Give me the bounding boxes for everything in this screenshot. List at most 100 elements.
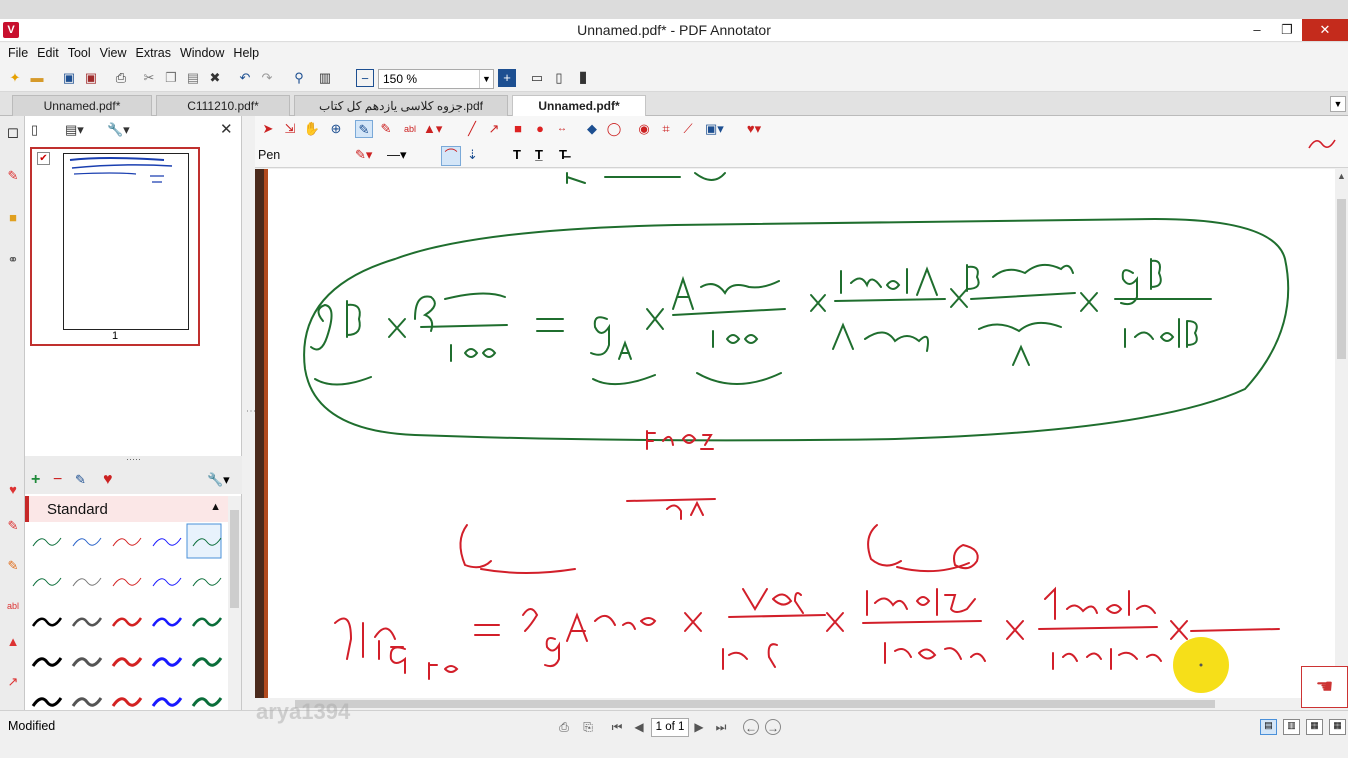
close-panel-icon[interactable]: ✕ [220, 121, 233, 139]
eraser-tool-icon[interactable]: ◆ [583, 120, 601, 138]
pen-favorite-item[interactable] [71, 697, 103, 707]
nav-export-icon[interactable]: ⎘ [580, 719, 596, 735]
back-icon[interactable]: ← [743, 719, 759, 735]
pen-favorite-item[interactable] [111, 617, 143, 627]
hand-tool-icon[interactable]: ✋ [303, 120, 321, 138]
menu-file[interactable]: File [4, 43, 33, 64]
pen-favorite-item[interactable] [191, 697, 223, 707]
zoom-select[interactable]: 150 % ▼ [378, 69, 494, 89]
crop-tool-icon[interactable]: ⌗ [657, 120, 675, 138]
line-tool-icon[interactable]: ╱ [463, 120, 481, 138]
select-text-icon[interactable]: ⇲ [281, 120, 299, 138]
document-view[interactable] [255, 169, 1335, 698]
text-style-icon[interactable]: T [513, 146, 521, 164]
select-tool-icon[interactable]: ➤ [259, 120, 277, 138]
page-thumbnail[interactable]: ✔ 1 [30, 147, 200, 346]
ellipse-tool-icon[interactable]: ● [531, 120, 549, 138]
touch-mode-button[interactable]: ☚ [1301, 666, 1348, 708]
undo-icon[interactable]: ↶ [236, 69, 254, 87]
nav-print-icon[interactable]: ⎙ [556, 719, 572, 735]
delete-icon[interactable]: ✖ [206, 69, 224, 87]
pen-favorite-item[interactable] [112, 537, 142, 547]
copy-icon[interactable]: ❐ [162, 69, 180, 87]
minimize-button[interactable]: – [1242, 19, 1272, 41]
pen-favorite-item[interactable] [192, 577, 222, 587]
pen-favorite-item[interactable] [191, 657, 223, 667]
new-document-icon[interactable]: ✦ [6, 69, 24, 87]
rectangle-tool-icon[interactable]: ■ [509, 120, 527, 138]
last-page-icon[interactable]: ⏭ [713, 719, 729, 735]
page-icon[interactable]: ▯ [31, 121, 38, 139]
pen-favorite-item[interactable] [151, 657, 183, 667]
menu-edit[interactable]: Edit [33, 43, 64, 64]
zoom-in-icon[interactable]: + [498, 69, 516, 87]
edit-favorite-icon[interactable]: ✎ [75, 471, 86, 489]
pen-favorite-item[interactable] [151, 617, 183, 627]
heart-icon[interactable]: ♥ [103, 471, 113, 489]
thumbnail-checkbox-icon[interactable]: ✔ [37, 152, 50, 165]
pen-favorite-item[interactable] [72, 577, 102, 587]
text-strike-icon[interactable]: T̶ [559, 146, 567, 164]
camera-tool-icon[interactable]: ◉ [635, 120, 653, 138]
pen-favorite-item[interactable] [32, 577, 62, 587]
measure-tool-icon[interactable]: ↔ [553, 120, 571, 138]
pen-favorite-item[interactable] [151, 697, 183, 707]
favorites-icon[interactable]: ♥ [5, 482, 21, 498]
tab-unnamed-active[interactable]: Unnamed.pdf* [512, 95, 646, 116]
paste-icon[interactable]: ▤ [184, 69, 202, 87]
menu-help[interactable]: Help [229, 43, 264, 64]
two-page-view-icon[interactable]: ▦ [1306, 719, 1323, 735]
arrow-tab-icon[interactable]: ↗ [5, 674, 21, 690]
pen-favorite-item[interactable] [31, 697, 63, 707]
tab-c111210[interactable]: C111210.pdf* [156, 95, 290, 116]
pen-favorite-item[interactable] [112, 577, 142, 587]
save-close-icon[interactable]: ▣ [82, 69, 100, 87]
tab-jozve[interactable]: جزوه کلاسی یازدهم کل کتاب.pdf [294, 95, 508, 116]
horizontal-scrollbar[interactable] [255, 698, 1335, 710]
favorites-heart-icon[interactable]: ♥▾ [745, 120, 763, 138]
tab-unnamed-1[interactable]: Unnamed.pdf* [12, 95, 152, 116]
vertical-scrollbar[interactable]: ▲ [1335, 169, 1348, 698]
stamp-tool-icon[interactable]: ▲▾ [423, 120, 442, 138]
favorites-scrollbar[interactable] [228, 496, 241, 710]
pressure-pen-icon[interactable]: ⇣ [467, 146, 478, 164]
continuous-view-icon[interactable]: ▥ [1283, 719, 1300, 735]
tab-list-icon[interactable]: ▼ [1330, 96, 1346, 112]
bookmarks-icon[interactable]: ■ [5, 210, 21, 226]
ruler-tool-icon[interactable]: ⟋ [679, 120, 697, 138]
fit-page-icon[interactable]: ▯ [550, 69, 568, 87]
next-page-icon[interactable]: ▶ [691, 719, 707, 735]
text-underline-icon[interactable]: T̲ [535, 146, 543, 164]
text-tab-icon[interactable]: abl [5, 598, 21, 614]
selected-pen-slot[interactable] [186, 523, 222, 559]
pen-favorite-item[interactable] [152, 537, 182, 547]
pen-favorite-item[interactable] [191, 617, 223, 627]
vertical-splitter[interactable]: ⋮ [242, 116, 256, 710]
layout-icon[interactable]: ▥ [316, 69, 334, 87]
zoom-tool-icon[interactable]: ⊕ [327, 120, 345, 138]
open-folder-icon[interactable]: ▬ [28, 69, 46, 87]
menu-view[interactable]: View [96, 43, 132, 64]
favorites-settings-icon[interactable]: 🔧▾ [207, 471, 230, 489]
add-favorite-icon[interactable]: + [31, 471, 40, 489]
highlighter-tab-icon[interactable]: ✎ [5, 558, 21, 574]
text-tool-icon[interactable]: abl [401, 120, 419, 138]
maximize-button[interactable]: ❐ [1272, 19, 1302, 41]
menu-window[interactable]: Window [176, 43, 229, 64]
pen-favorite-item[interactable] [71, 657, 103, 667]
menu-extras[interactable]: Extras [132, 43, 176, 64]
first-page-icon[interactable]: ⏮ [609, 719, 625, 735]
previous-page-icon[interactable]: ◀ [631, 719, 647, 735]
panel-splitter[interactable]: ····· [25, 455, 242, 466]
remove-favorite-icon[interactable]: − [53, 471, 62, 489]
attachments-icon[interactable]: ⚭ [5, 252, 21, 268]
fit-width-icon[interactable]: ▭ [528, 69, 546, 87]
pen-tab-icon[interactable]: ✎ [5, 518, 21, 534]
highlighter-tool-icon[interactable]: ✎ [377, 120, 395, 138]
pages-icon[interactable]: ☐ [5, 126, 21, 142]
favorites-group-header[interactable]: Standard ▲ [25, 496, 229, 522]
pen-favorite-item[interactable] [71, 617, 103, 627]
line-width-icon[interactable]: —▾ [387, 146, 407, 164]
pen-favorite-item[interactable] [32, 537, 62, 547]
zoom-out-icon[interactable]: − [356, 69, 374, 87]
